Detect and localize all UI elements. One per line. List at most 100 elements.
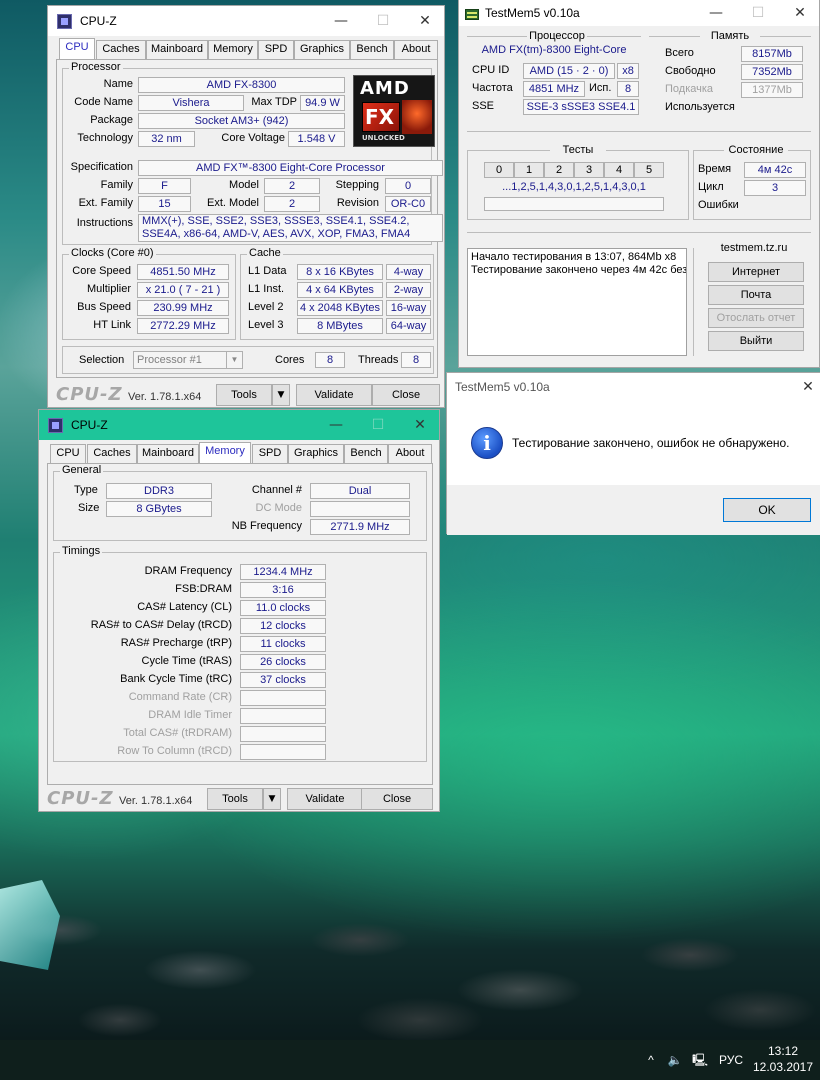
- family-value: F: [138, 178, 191, 194]
- tab-about[interactable]: About: [388, 444, 432, 463]
- tab-spd[interactable]: SPD: [258, 40, 294, 59]
- tab-page-memory: General Type DDR3 Size 8 GBytes Channel …: [47, 463, 433, 785]
- tab-bench[interactable]: Bench: [350, 40, 394, 59]
- tab-caches[interactable]: Caches: [87, 444, 137, 463]
- mem-heading: Память: [700, 30, 760, 42]
- testmem-state-group: Состояние Время 4м 42с Цикл 3 Ошибки: [693, 144, 811, 220]
- ok-button[interactable]: OK: [723, 498, 811, 522]
- titlebar[interactable]: TestMem5 v0.10a ✕: [447, 373, 820, 401]
- titlebar[interactable]: TestMem5 v0.10a — ☐ ✕: [459, 0, 819, 26]
- section-divider: [467, 232, 811, 233]
- clocks-group: Clocks (Core #0) Core Speed 4851.50 MHz …: [62, 247, 236, 340]
- validate-button[interactable]: Validate: [287, 788, 363, 810]
- titlebar[interactable]: CPU-Z — ☐ ✕: [39, 410, 439, 440]
- freq-value: 4851 MHz: [523, 81, 585, 97]
- cpuz-window-memory: CPU-Z — ☐ ✕ CPU Caches Mainboard Memory …: [38, 409, 440, 812]
- network-icon[interactable]: 🖳: [688, 1040, 712, 1080]
- technology-value: 32 nm: [138, 131, 195, 147]
- testmem-mem-group: Память Всего 8157Mb Свободно 7352Mb Подк…: [649, 30, 811, 119]
- tab-graphics[interactable]: Graphics: [288, 444, 344, 463]
- tab-caches[interactable]: Caches: [96, 40, 146, 59]
- selection-dropdown[interactable]: Processor #1 ▼: [133, 351, 243, 369]
- maximize-icon: ☐: [376, 13, 390, 29]
- codename-label: Code Name: [74, 96, 133, 108]
- busspeed-label: Bus Speed: [77, 301, 131, 313]
- timing-value: 11 clocks: [240, 636, 326, 652]
- cpu-name-value: AMD FX(tm)-8300 Eight-Core: [481, 44, 627, 56]
- extmodel-label: Ext. Model: [207, 197, 259, 209]
- tools-dropdown-button[interactable]: ▼: [263, 788, 281, 810]
- extfamily-label: Ext. Family: [78, 197, 133, 209]
- stepping-value: 0: [385, 178, 431, 194]
- volume-icon[interactable]: 🔈: [664, 1040, 686, 1080]
- test-log[interactable]: Начало тестирования в 13:07, 864Mb x8 Те…: [467, 248, 687, 356]
- close-icon[interactable]: ✕: [404, 6, 446, 36]
- clock[interactable]: 13:12 12.03.2017: [750, 1043, 816, 1077]
- tab-graphics[interactable]: Graphics: [294, 40, 350, 59]
- close-button[interactable]: Close: [361, 788, 433, 810]
- free-label: Свободно: [665, 65, 716, 77]
- used-value: [741, 100, 803, 116]
- cpuz-logo: CPU-Z: [47, 788, 114, 809]
- time-label: Время: [698, 163, 732, 175]
- extfamily-value: 15: [138, 196, 191, 212]
- tray-chevron-icon[interactable]: ^: [640, 1040, 662, 1080]
- tab-mainboard[interactable]: Mainboard: [146, 40, 208, 59]
- testmem-cpu-group: Процессор AMD FX(tm)-8300 Eight-Core CPU…: [467, 30, 641, 119]
- tools-button[interactable]: Tools: [207, 788, 263, 810]
- channel-label: Channel #: [251, 484, 302, 496]
- timing-label: RAS# to CAS# Delay (tRCD): [90, 619, 232, 631]
- close-button[interactable]: Close: [372, 384, 440, 406]
- timing-value: 12 clocks: [240, 618, 326, 634]
- internet-button[interactable]: Интернет: [708, 262, 804, 282]
- minimize-icon[interactable]: —: [315, 410, 357, 440]
- close-icon[interactable]: ✕: [399, 410, 441, 440]
- revision-value: OR-C0: [385, 196, 431, 212]
- free-value: 7352Mb: [741, 64, 803, 80]
- tools-dropdown-button[interactable]: ▼: [272, 384, 290, 406]
- timing-label: FSB:DRAM: [175, 583, 232, 595]
- selection-group: Selection Processor #1 ▼ Cores 8 Threads…: [62, 346, 434, 374]
- tab-memory[interactable]: Memory: [208, 40, 258, 59]
- tab-page-cpu: Processor Name AMD FX-8300 Code Name Vis…: [56, 59, 443, 378]
- tab-cpu[interactable]: CPU: [59, 38, 95, 60]
- info-icon: i: [471, 427, 503, 459]
- minimize-icon[interactable]: —: [320, 6, 362, 36]
- total-label: Всего: [665, 47, 694, 59]
- timing-value: [240, 744, 326, 760]
- technology-label: Technology: [77, 132, 133, 144]
- close-icon[interactable]: ✕: [779, 0, 820, 26]
- titlebar[interactable]: CPU-Z — ☐ ✕: [48, 6, 444, 36]
- l2-value: 4 x 2048 KBytes: [297, 300, 383, 316]
- family-label: Family: [100, 179, 133, 191]
- tab-spd[interactable]: SPD: [252, 444, 288, 463]
- errors-label: Ошибки: [698, 199, 739, 211]
- spec-value: AMD FX™-8300 Eight-Core Processor: [138, 160, 443, 176]
- validate-button[interactable]: Validate: [296, 384, 372, 406]
- l1inst-value: 4 x 64 KBytes: [297, 282, 383, 298]
- threads-label: Исп.: [589, 82, 612, 94]
- minimize-icon[interactable]: —: [695, 0, 737, 26]
- tab-cpu[interactable]: CPU: [50, 444, 86, 463]
- tab-bench[interactable]: Bench: [344, 444, 388, 463]
- language-indicator[interactable]: РУС: [712, 1040, 750, 1080]
- tab-mainboard[interactable]: Mainboard: [137, 444, 199, 463]
- exit-button[interactable]: Выйти: [708, 331, 804, 351]
- tools-button[interactable]: Tools: [216, 384, 272, 406]
- dcmode-label: DC Mode: [255, 502, 302, 514]
- mail-button[interactable]: Почта: [708, 285, 804, 305]
- testmem-site-group: testmem.tz.ru Интернет Почта Отослать от…: [693, 242, 811, 356]
- group-label: Clocks (Core #0): [69, 247, 156, 259]
- spec-label: Specification: [70, 161, 133, 173]
- close-icon[interactable]: ✕: [795, 373, 820, 401]
- package-label: Package: [90, 114, 133, 126]
- desktop-pebbles: [0, 860, 820, 1040]
- tab-memory[interactable]: Memory: [199, 442, 251, 464]
- tab-about[interactable]: About: [394, 40, 438, 59]
- window-title: CPU-Z: [71, 418, 108, 432]
- l2-way: 16-way: [386, 300, 431, 316]
- fx-badge: FX: [362, 102, 400, 132]
- selection-label: Selection: [79, 354, 125, 366]
- section-divider: [467, 131, 811, 132]
- amd-logo-text: AMD: [360, 78, 410, 99]
